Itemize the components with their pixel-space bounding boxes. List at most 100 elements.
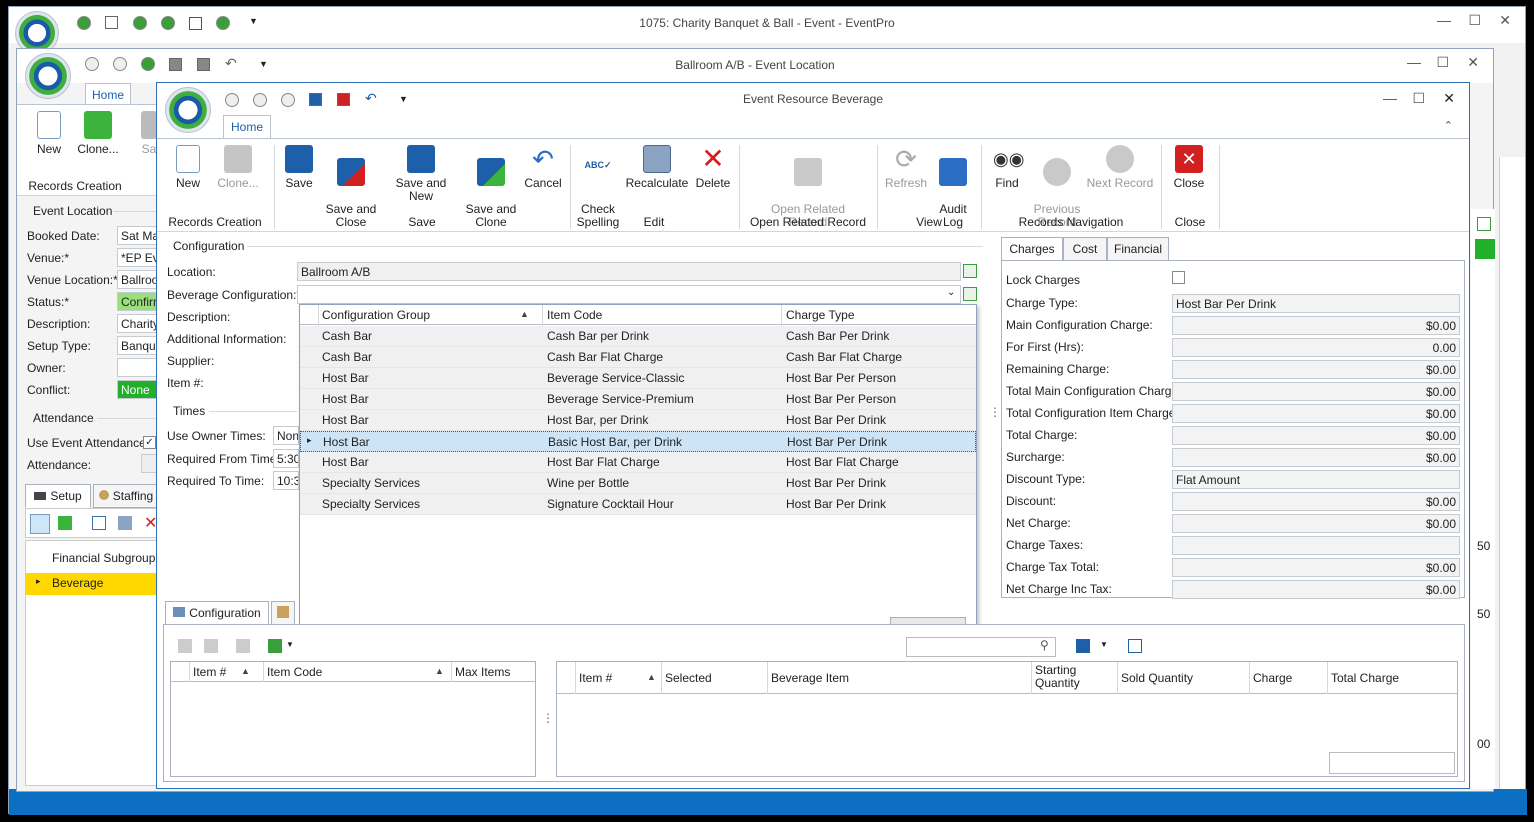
close-button[interactable]: ✕ Close	[1167, 145, 1211, 190]
description-field[interactable]: Charity	[117, 314, 159, 333]
beverage-configuration-input[interactable]	[297, 285, 961, 304]
lookup-icon[interactable]	[1477, 217, 1491, 231]
dropdown-row[interactable]: Host Bar Host Bar, per Drink Host Bar Per …	[300, 410, 976, 431]
tab-home[interactable]: Home	[85, 83, 131, 105]
clone-button[interactable]: Clone...	[75, 111, 121, 156]
use-event-attendance-checkbox[interactable]: ✓	[143, 436, 156, 449]
maximize-icon[interactable]: ☐	[1468, 12, 1481, 29]
chevron-down-icon[interactable]: ▼	[286, 640, 294, 649]
tab-setup[interactable]: Setup	[25, 484, 91, 508]
splitter-grip[interactable]: ⋮	[989, 405, 1001, 419]
charges-field-value[interactable]: 0.00	[1172, 338, 1460, 357]
toolbar-icon[interactable]	[236, 639, 250, 653]
clone-icon[interactable]	[58, 516, 72, 530]
column-header-max-items[interactable]: Max Items	[455, 665, 510, 679]
tab-items[interactable]	[271, 601, 295, 625]
lookup-icon[interactable]	[963, 264, 977, 278]
close-icon[interactable]: ✕	[1467, 54, 1479, 71]
tab-configuration[interactable]: Configuration	[165, 601, 269, 625]
charges-field-value[interactable]: $0.00	[1172, 382, 1460, 401]
close-icon[interactable]: ✕	[1499, 12, 1511, 29]
charges-field-value[interactable]: $0.00	[1172, 514, 1460, 533]
save-layout-icon[interactable]	[1076, 639, 1090, 653]
refresh-button[interactable]: ⟳ Refresh	[881, 145, 931, 190]
dropdown-row[interactable]: Host Bar Beverage Service-Premium Host Bar…	[300, 389, 976, 410]
maximize-icon[interactable]: ☐	[1436, 54, 1449, 71]
booked-date-field[interactable]: Sat May	[117, 226, 159, 245]
minimize-icon[interactable]: —	[1437, 12, 1451, 28]
dropdown-row[interactable]: Cash Bar Cash Bar Flat Charge Cash Bar Fla…	[300, 347, 976, 368]
new-record-icon[interactable]	[30, 514, 50, 534]
minimize-icon[interactable]: —	[1407, 54, 1421, 70]
column-header-sold-quantity[interactable]: Sold Quantity	[1121, 671, 1193, 685]
toolbar-icon[interactable]	[204, 639, 218, 653]
charges-field-value[interactable]: $0.00	[1172, 580, 1460, 599]
new-button[interactable]: New	[31, 111, 67, 156]
toolbar-icon[interactable]	[178, 639, 192, 653]
recalculate-button[interactable]: Recalculate	[625, 145, 689, 190]
column-header-item-code[interactable]: Item Code	[547, 308, 602, 322]
cancel-button[interactable]: ↶ Cancel	[521, 145, 565, 190]
minimize-icon[interactable]: —	[1383, 90, 1397, 106]
tab-charges[interactable]: Charges	[1001, 237, 1063, 261]
column-header-item-code[interactable]: Item Code	[267, 665, 322, 679]
venue-location-field[interactable]: Ballroon	[117, 270, 159, 289]
tab-cost[interactable]: Cost	[1063, 237, 1107, 261]
save-button[interactable]: Save	[281, 145, 317, 190]
charges-field-value[interactable]: $0.00	[1172, 404, 1460, 423]
setup-type-field[interactable]: Banque	[117, 336, 159, 355]
search-input[interactable]	[906, 637, 1056, 657]
charges-field-value[interactable]: $0.00	[1172, 492, 1460, 511]
column-header-item-number[interactable]: Item #	[193, 665, 226, 679]
column-header-charge[interactable]: Charge	[1253, 671, 1292, 685]
dropdown-row[interactable]: Specialty Services Signature Cocktail Hou…	[300, 494, 976, 515]
dropdown-row[interactable]: Host Bar Host Bar Flat Charge Host Bar Fla…	[300, 452, 976, 473]
status-field[interactable]: Confirm	[117, 292, 159, 311]
lock-charges-checkbox[interactable]	[1172, 271, 1185, 284]
column-header-configuration-group[interactable]: Configuration Group	[322, 308, 430, 322]
charges-field-value[interactable]: Host Bar Per Drink	[1172, 294, 1460, 313]
dropdown-row[interactable]: Host Bar Beverage Service-Classic Host Bar…	[300, 368, 976, 389]
column-header[interactable]: Financial Subgroup	[52, 551, 155, 565]
column-header-charge-type[interactable]: Charge Type	[786, 308, 855, 322]
charges-field-value[interactable]: Flat Amount	[1172, 470, 1460, 489]
delete-button[interactable]: ✕ Delete	[691, 145, 735, 190]
calculator-icon[interactable]	[118, 516, 132, 530]
owner-field[interactable]	[117, 358, 159, 377]
charges-field-value[interactable]: $0.00	[1172, 448, 1460, 467]
charges-field-value[interactable]: $0.00	[1172, 316, 1460, 335]
column-header-beverage-item[interactable]: Beverage Item	[771, 671, 849, 685]
find-button[interactable]: ◉◉ Find	[985, 145, 1029, 190]
use-owner-times-select[interactable]: None	[273, 426, 299, 445]
charges-field-value[interactable]	[1172, 536, 1460, 555]
tab-financial[interactable]: Financial	[1107, 237, 1169, 261]
row-expander-icon[interactable]: ▸	[36, 576, 41, 587]
chevron-down-icon[interactable]: ▼	[1100, 640, 1108, 649]
column-header-item-number[interactable]: Item #	[579, 671, 612, 685]
next-record-button[interactable]: Next Record	[1085, 145, 1155, 190]
tab-home[interactable]: Home	[223, 115, 271, 139]
charges-field-value[interactable]: $0.00	[1172, 558, 1460, 577]
tab-staffing[interactable]: Staffing	[93, 484, 159, 508]
charges-field-value[interactable]: $0.00	[1172, 360, 1460, 379]
location-field[interactable]: Ballroom A/B	[297, 262, 961, 281]
search-icon[interactable]: ⚲	[1040, 638, 1049, 652]
splitter-grip[interactable]: ⋮	[542, 711, 554, 725]
lookup-icon[interactable]	[963, 287, 977, 301]
dropdown-row[interactable]: ▸ Host Bar Basic Host Bar, per Drink Host B…	[300, 431, 976, 452]
clone-button[interactable]: Clone...	[215, 145, 261, 190]
add-dropdown-icon[interactable]	[268, 639, 282, 653]
charges-field-value[interactable]: $0.00	[1172, 426, 1460, 445]
dropdown-row[interactable]: Specialty Services Wine per Bottle Host Ba…	[300, 473, 976, 494]
column-header-selected[interactable]: Selected	[665, 671, 712, 685]
venue-field[interactable]: *EP Eve	[117, 248, 159, 267]
required-to-field[interactable]: 10:3	[273, 471, 299, 490]
required-from-field[interactable]: 5:30	[273, 449, 299, 468]
maximize-icon[interactable]: ☐	[1412, 90, 1425, 107]
save-and-new-button[interactable]: Save and New	[383, 145, 459, 203]
new-button[interactable]: New	[171, 145, 205, 190]
edit-icon[interactable]	[92, 516, 106, 530]
conflict-field[interactable]: None	[117, 380, 159, 399]
dropdown-chevron-icon[interactable]: ⌄	[947, 287, 955, 298]
dropdown-row[interactable]: Cash Bar Cash Bar per Drink Cash Bar Per D…	[300, 326, 976, 347]
